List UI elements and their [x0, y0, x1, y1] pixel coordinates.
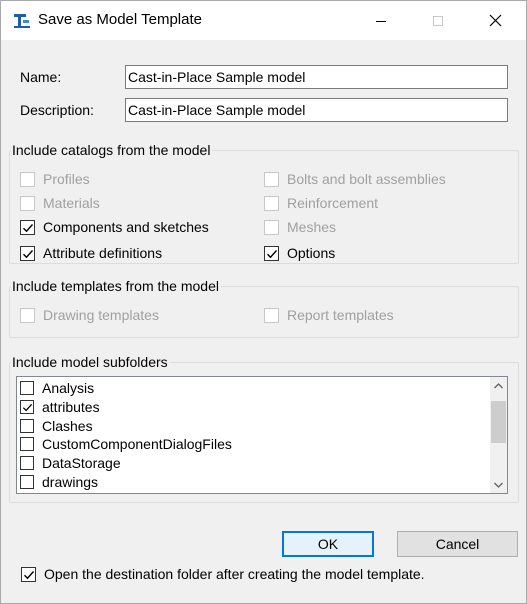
list-item-label: attributes [42, 399, 100, 415]
list-item[interactable]: CustomComponentDialogFiles [20, 435, 232, 453]
list-item-label: Clashes [42, 418, 93, 434]
components-sketches-label: Components and sketches [43, 219, 209, 235]
subfolders-list[interactable]: Analysis attributes Clashes CustomCompon… [16, 376, 508, 494]
checkmark-icon [23, 249, 34, 258]
save-as-model-template-dialog: Save as Model Template Name: Description… [0, 0, 527, 604]
list-item[interactable]: drawings [20, 473, 98, 491]
ok-button[interactable]: OK [282, 531, 374, 557]
close-icon [489, 14, 501, 27]
window-title: Save as Model Template [38, 11, 202, 28]
materials-label: Materials [43, 195, 100, 211]
reinforcement-label: Reinforcement [287, 195, 379, 211]
title-bar: Save as Model Template [1, 1, 526, 40]
profiles-checkbox[interactable]: Profiles [20, 169, 90, 189]
tekla-app-icon [14, 14, 30, 28]
list-scrollbar[interactable] [490, 377, 507, 493]
description-field[interactable] [125, 98, 508, 122]
bolts-checkbox[interactable]: Bolts and bolt assemblies [264, 169, 446, 189]
minimize-button[interactable] [358, 1, 404, 40]
options-checkbox[interactable]: Options [264, 243, 335, 263]
chevron-up-icon [494, 382, 503, 388]
description-label: Description: [20, 102, 94, 118]
list-item-label: CustomComponentDialogFiles [42, 436, 232, 452]
components-sketches-checkbox[interactable]: Components and sketches [20, 217, 209, 237]
chevron-down-icon [494, 482, 503, 488]
profiles-label: Profiles [43, 171, 90, 187]
minimize-icon [376, 20, 386, 22]
meshes-checkbox[interactable]: Meshes [264, 217, 336, 237]
drawing-templates-checkbox[interactable]: Drawing templates [20, 305, 159, 325]
list-item[interactable]: attributes [20, 398, 100, 416]
reinforcement-checkbox[interactable]: Reinforcement [264, 193, 378, 213]
templates-group-title: Include templates from the model [11, 278, 221, 295]
checkmark-icon [22, 403, 33, 412]
list-item-label: DataStorage [42, 455, 121, 471]
materials-checkbox[interactable]: Materials [20, 193, 100, 213]
attribute-definitions-label: Attribute definitions [43, 245, 163, 261]
maximize-button[interactable] [415, 1, 461, 40]
list-item-label: drawings [42, 474, 99, 490]
scroll-down-button[interactable] [490, 476, 507, 493]
scroll-up-button[interactable] [490, 377, 507, 394]
report-templates-label: Report templates [287, 307, 394, 323]
close-button[interactable] [472, 1, 518, 40]
open-destination-folder-label: Open the destination folder after creati… [44, 566, 425, 582]
bolts-label: Bolts and bolt assemblies [287, 171, 446, 187]
cancel-button[interactable]: Cancel [397, 531, 518, 557]
checkmark-icon [24, 570, 35, 579]
meshes-label: Meshes [287, 219, 337, 235]
checkmark-icon [23, 223, 34, 232]
scroll-thumb[interactable] [491, 401, 506, 443]
checkmark-icon [267, 249, 278, 258]
options-label: Options [287, 245, 336, 261]
subfolders-group-title: Include model subfolders [11, 354, 170, 371]
list-item[interactable]: DataStorage [20, 454, 121, 472]
report-templates-checkbox[interactable]: Report templates [264, 305, 394, 325]
list-item[interactable]: Analysis [20, 379, 94, 397]
list-item-label: Analysis [42, 380, 95, 396]
list-item[interactable]: Clashes [20, 417, 93, 435]
name-label: Name: [20, 69, 62, 85]
maximize-icon [433, 15, 443, 26]
drawing-templates-label: Drawing templates [43, 307, 159, 323]
name-field[interactable] [125, 65, 508, 89]
catalogs-group-title: Include catalogs from the model [11, 142, 213, 159]
open-destination-folder-checkbox[interactable]: Open the destination folder after creati… [21, 564, 425, 584]
attribute-definitions-checkbox[interactable]: Attribute definitions [20, 243, 162, 263]
